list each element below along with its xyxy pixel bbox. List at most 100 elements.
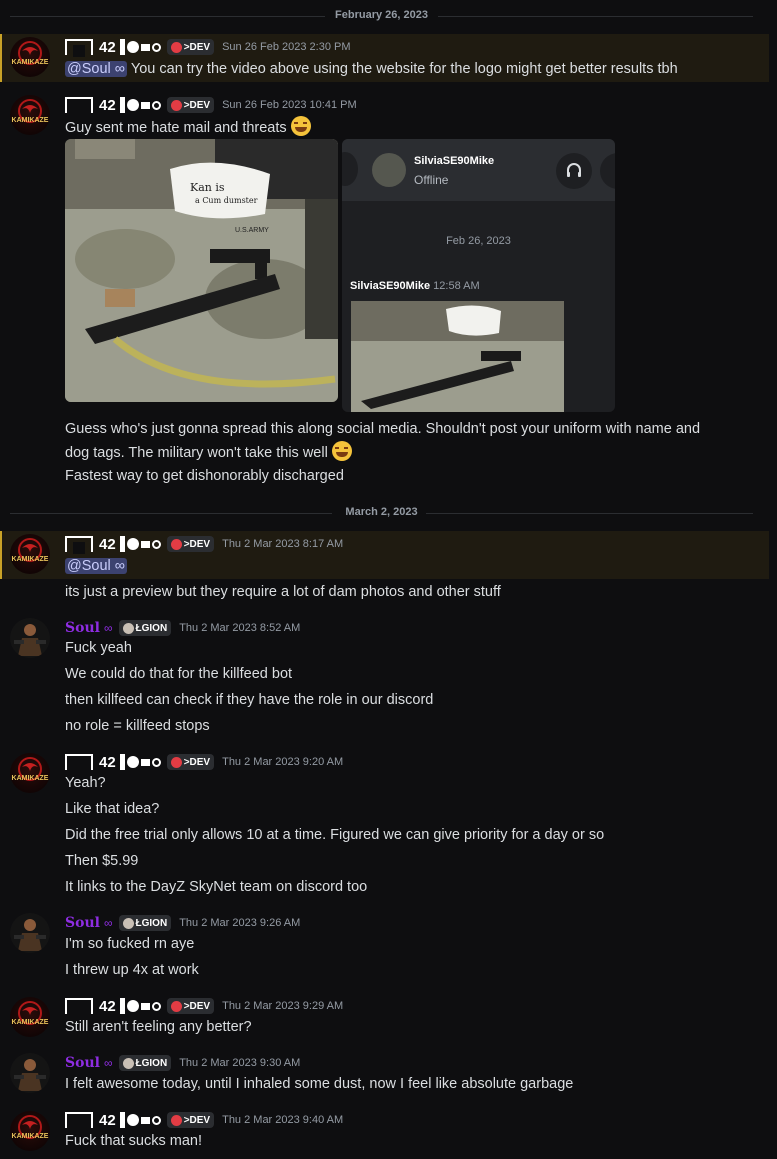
username[interactable]: Soul <box>65 1055 100 1071</box>
timestamp: Thu 2 Mar 2023 9:40 AM <box>222 1114 344 1126</box>
logo-text: KAMIKAZE <box>12 59 49 66</box>
profile-avatar <box>372 153 406 187</box>
message-text: I threw up 4x at work <box>65 962 199 978</box>
image-attachment[interactable]: Kan is a Cum dumster U.S.ARMY <box>65 139 338 402</box>
username[interactable]: 42 <box>99 754 116 771</box>
avatar[interactable]: KAMIKAZE <box>10 997 50 1037</box>
name-shapes-icon <box>119 998 161 1014</box>
message-text: Still aren't feeling any better? <box>65 1019 252 1035</box>
user-mention[interactable]: @Soul ∞ <box>65 61 128 77</box>
logo-text: KAMIKAZE <box>12 1133 49 1140</box>
avatar[interactable] <box>10 1053 50 1093</box>
message-text: We could do that for the killfeed bot <box>65 666 293 682</box>
message-text: Did the free trial only allows 10 at a t… <box>65 827 605 843</box>
message-text: Yeah? <box>65 775 106 791</box>
message-header: Soul ∞ ŁGION Thu 2 Mar 2023 9:26 AM <box>65 913 300 933</box>
profile-username: SilviaSE90Mike <box>414 155 495 167</box>
message-text: no role = killfeed stops <box>65 718 210 734</box>
logo-text: KAMIKAZE <box>12 775 49 782</box>
screenshot-message-user: SilviaSE90Mike 12:58 AM <box>350 280 480 292</box>
avatar[interactable]: KAMIKAZE <box>10 753 50 793</box>
skull-icon <box>122 622 134 634</box>
username[interactable]: 42 <box>99 97 116 114</box>
message-text: I felt awesome today, until I inhaled so… <box>65 1076 574 1092</box>
role-badge[interactable]: >DEV <box>166 97 215 113</box>
logo-text: KAMIKAZE <box>12 117 49 124</box>
message-text: Guess who's just gonna spread this along… <box>65 421 701 437</box>
message-text: Fuck that sucks man! <box>65 1133 202 1149</box>
date-divider-label: March 2, 2023 <box>339 506 424 518</box>
headset-icon <box>567 163 581 177</box>
rofl-emoji-icon <box>331 441 352 461</box>
avatar[interactable]: KAMIKAZE <box>10 37 50 77</box>
timestamp: Thu 2 Mar 2023 9:29 AM <box>222 1000 344 1012</box>
avatar[interactable]: KAMIKAZE <box>10 95 50 135</box>
skull-icon <box>170 1114 182 1126</box>
message-header: 42 >DEV Thu 2 Mar 2023 9:40 AM <box>65 1110 343 1130</box>
message-text: then killfeed can check if they have the… <box>65 692 434 708</box>
username[interactable]: 42 <box>99 536 116 553</box>
role-badge[interactable]: >DEV <box>166 536 215 552</box>
name-shapes-icon <box>119 97 161 113</box>
role-badge[interactable]: >DEV <box>166 754 215 770</box>
timestamp: Thu 2 Mar 2023 8:17 AM <box>222 538 344 550</box>
avatar[interactable] <box>10 913 50 953</box>
message-text: It links to the DayZ SkyNet team on disc… <box>65 879 368 895</box>
skull-icon <box>122 1057 134 1069</box>
note-text-2: a Cum dumster <box>195 196 258 205</box>
message-text: I'm so fucked rn aye <box>65 936 195 952</box>
uniform-photo: Kan is a Cum dumster U.S.ARMY <box>65 139 338 402</box>
avatar[interactable] <box>10 618 50 658</box>
role-badge[interactable]: ŁGION <box>118 1055 172 1071</box>
name-glyph-icon <box>65 97 93 115</box>
message-text: @Soul ∞ You can try the video above usin… <box>65 61 678 77</box>
message-header: 42 >DEV Sun 26 Feb 2023 10:41 PM <box>65 95 357 115</box>
username[interactable]: Soul <box>65 915 100 931</box>
avatar[interactable]: KAMIKAZE <box>10 534 50 574</box>
date-divider: March 2, 2023 <box>0 504 777 524</box>
username[interactable]: 42 <box>99 1112 116 1129</box>
skull-icon <box>170 1000 182 1012</box>
date-divider: February 26, 2023 <box>0 7 777 27</box>
username[interactable]: 42 <box>99 998 116 1015</box>
role-badge[interactable]: >DEV <box>166 1112 215 1128</box>
note-text-1: Kan is <box>190 181 225 194</box>
message-text: @Soul ∞ <box>65 556 128 576</box>
role-badge[interactable]: ŁGION <box>118 915 172 931</box>
role-badge[interactable]: >DEV <box>166 998 215 1014</box>
role-badge[interactable]: >DEV <box>166 39 215 55</box>
timestamp: Thu 2 Mar 2023 9:30 AM <box>179 1057 301 1069</box>
message-text: Fastest way to get dishonorably discharg… <box>65 468 344 484</box>
avatar[interactable]: KAMIKAZE <box>10 1111 50 1151</box>
screenshot-attachment[interactable]: SilviaSE90Mike Offline Feb 26, 2023 Silv… <box>342 139 615 412</box>
date-divider-label: February 26, 2023 <box>329 9 434 21</box>
screenshot-date: Feb 26, 2023 <box>446 235 511 247</box>
timestamp: Thu 2 Mar 2023 8:52 AM <box>179 622 301 634</box>
timestamp: Thu 2 Mar 2023 9:26 AM <box>179 917 301 929</box>
username[interactable]: Soul <box>65 620 100 636</box>
name-glyph-icon <box>65 998 93 1016</box>
user-mention[interactable]: @Soul ∞ <box>65 558 128 574</box>
role-badge[interactable]: ŁGION <box>118 620 172 636</box>
name-shapes-icon <box>119 536 161 552</box>
message-text: Then $5.99 <box>65 853 139 869</box>
message-header: 42 >DEV Thu 2 Mar 2023 9:20 AM <box>65 752 343 772</box>
headset-button[interactable] <box>556 153 592 189</box>
skull-icon <box>170 538 182 550</box>
logo-text: KAMIKAZE <box>12 556 49 563</box>
username[interactable]: 42 <box>99 39 116 56</box>
profile-status: Offline <box>414 173 449 187</box>
logo-text: KAMIKAZE <box>12 1019 49 1026</box>
screenshot-photo <box>351 301 564 412</box>
skull-icon <box>122 917 134 929</box>
timestamp: Thu 2 Mar 2023 9:20 AM <box>222 756 344 768</box>
message-text: Guy sent me hate mail and threats <box>65 116 311 138</box>
name-glyph-icon <box>65 39 93 57</box>
name-glyph-icon <box>65 1112 93 1130</box>
timestamp: Sun 26 Feb 2023 2:30 PM <box>222 41 351 53</box>
message-header: 42 >DEV Thu 2 Mar 2023 9:29 AM <box>65 996 343 1016</box>
skull-icon <box>170 99 182 111</box>
message-header: Soul ∞ ŁGION Thu 2 Mar 2023 8:52 AM <box>65 618 300 638</box>
name-glyph-icon <box>65 754 93 772</box>
message-text: Fuck yeah <box>65 640 132 656</box>
